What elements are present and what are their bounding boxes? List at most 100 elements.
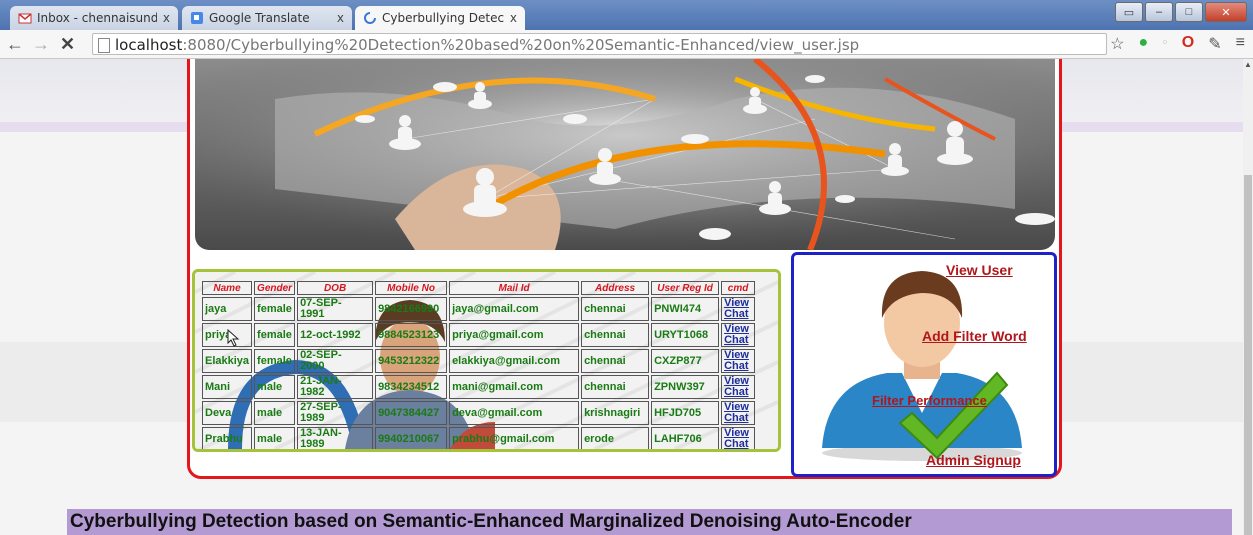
cell-dob: 12-oct-1992	[297, 323, 374, 347]
tab-inbox-label: Inbox - chennaisunday.co	[37, 11, 157, 25]
admin-menu-panel: View User Add Filter Word Filter Perform…	[791, 252, 1057, 477]
table-row: Deva male 27-SEP- 1989 9047384427 deva@gmail…	[202, 401, 756, 425]
cell-name: Prabhu	[202, 427, 253, 449]
user-table: Name Gender DOB Mobile No Mail Id Addres…	[200, 279, 757, 450]
page-content: Name Gender DOB Mobile No Mail Id Addres…	[0, 59, 1243, 535]
cell-dob: 21-JAN- 1982	[297, 375, 374, 399]
window-close-icon[interactable]: ✕	[1205, 2, 1247, 22]
chat-link[interactable]: Chat	[724, 412, 748, 424]
cell-name: Mani	[202, 375, 253, 399]
tab-cyberbullying[interactable]: Cyberbullying Detection x	[355, 6, 525, 30]
page-icon	[98, 38, 110, 53]
table-row: priya female 12-oct-1992 9884523123 priya@gm…	[202, 323, 756, 347]
cell-gender: male	[254, 375, 296, 399]
loading-icon	[364, 12, 376, 24]
menu-icon[interactable]: ≡	[1236, 34, 1245, 54]
cell-mail: deva@gmail.com	[449, 401, 580, 425]
back-icon[interactable]: ←	[6, 34, 24, 54]
cell-address: chennai	[581, 297, 650, 321]
tab-close-icon[interactable]: x	[163, 11, 170, 25]
column-header-dob: DOB	[297, 281, 374, 295]
url-path: :8080/Cyberbullying%20Detection%20based%…	[182, 36, 860, 54]
cell-cmd: View Chat	[721, 323, 756, 347]
cell-regid: CXZP877	[651, 349, 720, 373]
cell-gender: female	[254, 297, 296, 321]
extension-icon[interactable]: ●	[1138, 34, 1148, 54]
translate-icon	[191, 12, 203, 24]
footer-title: Cyberbullying Detection based on Semanti…	[67, 509, 1232, 535]
forward-icon[interactable]: →	[32, 34, 50, 54]
cell-name: jaya	[202, 297, 253, 321]
cell-gender: female	[254, 323, 296, 347]
stop-icon[interactable]: ✕	[60, 34, 75, 54]
cell-regid: PNWI474	[651, 297, 720, 321]
eyedropper-icon[interactable]: ✎	[1208, 34, 1221, 54]
filter-performance-link[interactable]: Filter Performance	[872, 393, 987, 408]
mouse-cursor-icon	[227, 329, 240, 347]
tab-close-icon[interactable]: x	[510, 11, 517, 25]
cell-mail: mani@gmail.com	[449, 375, 580, 399]
maximize-icon[interactable]: □	[1175, 2, 1203, 22]
cell-gender: female	[254, 349, 296, 373]
table-row: Elakkiya female 02-SEP- 2000 9453212322 elak…	[202, 349, 756, 373]
column-header-address: Address	[581, 281, 650, 295]
scroll-up-icon[interactable]: ▲	[1244, 60, 1252, 69]
user-table-panel: Name Gender DOB Mobile No Mail Id Addres…	[192, 269, 781, 452]
chat-link[interactable]: Chat	[724, 386, 748, 398]
column-header-mobile: Mobile No	[375, 281, 448, 295]
gmail-icon	[18, 13, 32, 24]
column-header-name: Name	[202, 281, 253, 295]
table-row: Prabhu male 13-JAN- 1989 9940210067 prabhu@g…	[202, 427, 756, 450]
cell-address: erode	[581, 427, 650, 449]
tab-cyberbullying-label: Cyberbullying Detection	[382, 11, 504, 25]
cell-dob: 07-SEP- 1991	[297, 297, 374, 321]
cell-address: chennai	[581, 349, 650, 373]
cell-address: krishnagiri	[581, 401, 650, 425]
table-header-row: Name Gender DOB Mobile No Mail Id Addres…	[202, 281, 756, 295]
cell-mail: elakkiya@gmail.com	[449, 349, 580, 373]
cell-regid: ZPNW397	[651, 375, 720, 399]
opera-icon[interactable]: O	[1182, 34, 1194, 54]
cell-cmd: View Chat	[721, 427, 756, 450]
column-header-regid: User Reg Id	[651, 281, 720, 295]
cell-cmd: View Chat	[721, 349, 756, 373]
minimize-icon[interactable]: –	[1145, 2, 1173, 22]
column-header-cmd: cmd	[721, 281, 756, 295]
cell-mail: prabhu@gmail.com	[449, 427, 580, 449]
cell-cmd: View Chat	[721, 375, 756, 399]
cell-cmd: View Chat	[721, 401, 756, 425]
extension-icon[interactable]: ◦	[1162, 34, 1168, 54]
tab-google-translate[interactable]: Google Translate x	[182, 6, 352, 30]
view-user-link[interactable]: View User	[946, 262, 1013, 278]
chat-link[interactable]: Chat	[724, 360, 748, 372]
cell-dob: 02-SEP- 2000	[297, 349, 374, 373]
browser-tab-strip: Inbox - chennaisunday.co x Google Transl…	[0, 0, 1253, 30]
cell-cmd: View Chat	[721, 297, 756, 321]
admin-avatar-image	[822, 271, 1022, 461]
cell-mobile: 9047384427	[375, 401, 448, 425]
admin-signup-link[interactable]: Admin Signup	[926, 452, 1021, 468]
cell-regid: HFJD705	[651, 401, 720, 425]
address-bar[interactable]: localhost:8080/Cyberbullying%20Detection…	[92, 33, 1107, 55]
restore-icon[interactable]: ▭	[1115, 2, 1143, 22]
tab-inbox[interactable]: Inbox - chennaisunday.co x	[10, 6, 178, 30]
column-header-gender: Gender	[254, 281, 296, 295]
chat-link[interactable]: Chat	[724, 334, 748, 346]
cell-mobile: 9884523123	[375, 323, 448, 347]
window-controls: ▭ – □ ✕	[1115, 2, 1247, 22]
table-row: Mani male 21-JAN- 1982 9834234512 mani@gmail…	[202, 375, 756, 399]
column-header-mail: Mail Id	[449, 281, 580, 295]
cell-regid: LAHF706	[651, 427, 720, 449]
url-host: localhost	[115, 36, 183, 54]
chat-link[interactable]: Chat	[724, 308, 748, 320]
scrollbar-thumb[interactable]	[1244, 175, 1252, 535]
star-icon[interactable]: ☆	[1110, 34, 1124, 54]
cell-gender: male	[254, 401, 296, 425]
chat-link[interactable]: Chat	[724, 438, 748, 450]
cell-name: Deva	[202, 401, 253, 425]
toolbar-icons: ☆ ● ◦ O ✎ ≡	[1110, 34, 1245, 54]
tab-close-icon[interactable]: x	[337, 11, 344, 25]
cell-dob: 27-SEP- 1989	[297, 401, 374, 425]
add-filter-word-link[interactable]: Add Filter Word	[922, 328, 1027, 344]
cell-address: chennai	[581, 323, 650, 347]
